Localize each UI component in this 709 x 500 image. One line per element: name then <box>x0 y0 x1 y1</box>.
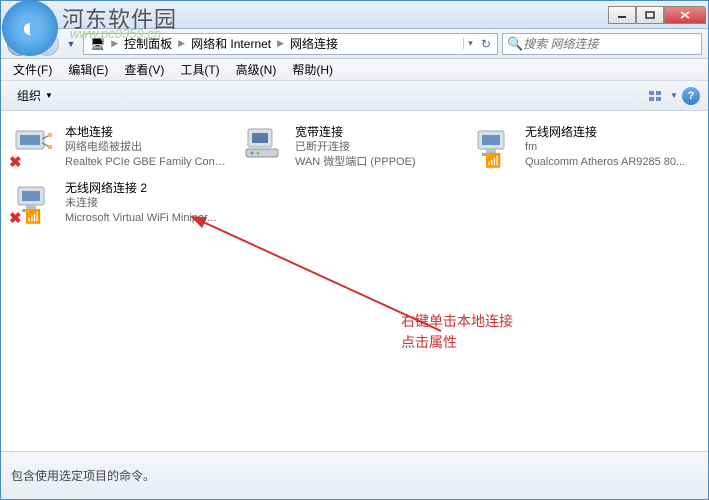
chevron-down-icon: ▼ <box>45 91 53 100</box>
connection-icon-wrap: 📶 <box>471 123 519 171</box>
menu-view[interactable]: 查看(V) <box>118 59 170 80</box>
annotation-text: 右键单击本地连接 点击属性 <box>401 311 513 353</box>
connection-item[interactable]: 📶 无线网络连接 fm Qualcomm Atheros AR9285 80..… <box>469 121 689 173</box>
connection-text: 本地连接 网络电缆被拔出 Realtek PCIe GBE Family Con… <box>65 123 227 171</box>
menubar: 文件(F) 编辑(E) 查看(V) 工具(T) 高级(N) 帮助(H) <box>1 59 708 81</box>
refresh-button[interactable]: ↻ <box>477 37 495 51</box>
organize-label: 组织 <box>17 87 41 104</box>
annotation-line2: 点击属性 <box>401 332 513 353</box>
connection-icon-wrap: ✖ <box>11 123 59 171</box>
connection-status: 网络电缆被拔出 <box>65 140 227 155</box>
toolbar: 组织 ▼ ▼ ? <box>1 81 708 111</box>
error-x-icon: ✖ <box>9 209 22 227</box>
statusbar: 包含使用选定项目的命令。 <box>1 451 708 499</box>
watermark-logo: ◐ <box>2 0 62 56</box>
menu-advanced[interactable]: 高级(N) <box>230 59 283 80</box>
breadcrumb-seg3[interactable]: 网络连接 <box>286 35 342 52</box>
modem-icon <box>241 123 285 163</box>
connection-name: 宽带连接 <box>295 124 457 140</box>
window: ◐ 河东软件园 www.pc0359.cn ▼ 🖥 ▶ 控制面板 <box>0 0 709 500</box>
menu-file[interactable]: 文件(F) <box>7 59 58 80</box>
connection-icon-wrap <box>241 123 289 171</box>
tiles-icon <box>648 90 662 102</box>
connection-icon-wrap: ✖ 📶 <box>11 179 59 227</box>
connection-item[interactable]: ✖ 本地连接 网络电缆被拔出 Realtek PCIe GBE Family C… <box>9 121 229 173</box>
menu-tools[interactable]: 工具(T) <box>174 59 225 80</box>
error-x-icon: ✖ <box>9 153 22 171</box>
connection-item[interactable]: 宽带连接 已断开连接 WAN 微型端口 (PPPOE) <box>239 121 459 173</box>
breadcrumb-seg2[interactable]: 网络和 Internet <box>187 35 275 52</box>
view-dropdown[interactable]: ▼ <box>668 86 680 106</box>
connection-device: Qualcomm Atheros AR9285 80... <box>525 155 687 170</box>
signal-icon: 📶 <box>485 153 501 169</box>
minimize-icon <box>617 11 627 19</box>
connection-name: 无线网络连接 <box>525 124 687 140</box>
search-input[interactable] <box>523 37 697 51</box>
connection-text: 无线网络连接 fm Qualcomm Atheros AR9285 80... <box>525 123 687 171</box>
connection-device: Microsoft Virtual WiFi Minipor... <box>65 211 227 226</box>
connection-device: WAN 微型端口 (PPPOE) <box>295 155 457 170</box>
close-button[interactable] <box>664 6 706 24</box>
close-icon <box>680 11 690 19</box>
connection-status: 已断开连接 <box>295 140 457 155</box>
connection-name: 本地连接 <box>65 124 227 140</box>
signal-icon: 📶 <box>25 209 41 225</box>
connection-device: Realtek PCIe GBE Family Contr... <box>65 155 227 170</box>
organize-button[interactable]: 组织 ▼ <box>9 84 61 107</box>
statusbar-text: 包含使用选定项目的命令。 <box>11 467 155 484</box>
connection-status: 未连接 <box>65 196 227 211</box>
maximize-button[interactable] <box>636 6 664 24</box>
maximize-icon <box>645 11 655 19</box>
connections-grid: ✖ 本地连接 网络电缆被拔出 Realtek PCIe GBE Family C… <box>9 121 700 229</box>
logo-icon: ◐ <box>2 0 58 56</box>
view-mode-button[interactable] <box>644 86 666 106</box>
help-button[interactable]: ? <box>682 87 700 105</box>
annotation-line1: 右键单击本地连接 <box>401 311 513 332</box>
minimize-button[interactable] <box>608 6 636 24</box>
view-controls: ▼ ? <box>644 86 700 106</box>
connection-name: 无线网络连接 2 <box>65 180 227 196</box>
watermark-url: www.pc0359.cn <box>70 26 161 41</box>
menu-edit[interactable]: 编辑(E) <box>62 59 114 80</box>
connection-item[interactable]: ✖ 📶 无线网络连接 2 未连接 Microsoft Virtual WiFi … <box>9 177 229 229</box>
search-icon: 🔍 <box>507 36 523 52</box>
connection-status: fm <box>525 140 687 155</box>
menu-help[interactable]: 帮助(H) <box>286 59 339 80</box>
address-dropdown[interactable]: ▾ <box>463 38 477 49</box>
window-controls <box>608 6 706 24</box>
connection-text: 无线网络连接 2 未连接 Microsoft Virtual WiFi Mini… <box>65 179 227 227</box>
chevron-icon: ▶ <box>275 38 286 49</box>
connection-text: 宽带连接 已断开连接 WAN 微型端口 (PPPOE) <box>295 123 457 171</box>
chevron-icon: ▶ <box>176 38 187 49</box>
content-area: ✖ 本地连接 网络电缆被拔出 Realtek PCIe GBE Family C… <box>1 111 708 451</box>
searchbox[interactable]: 🔍 <box>502 33 702 55</box>
